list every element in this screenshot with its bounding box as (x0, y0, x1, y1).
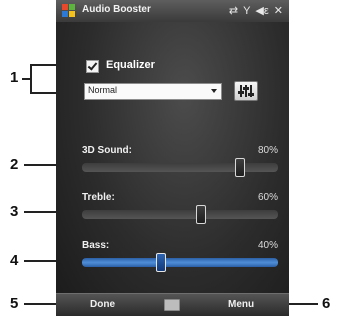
slider-label-treble: Treble: (82, 192, 115, 203)
equalizer-checkbox[interactable] (86, 60, 99, 73)
status-icons: ⇄ Y ◀ε ✕ (229, 4, 283, 18)
slider-value-3d-sound: 80% (257, 145, 278, 156)
close-icon[interactable]: ✕ (274, 4, 283, 18)
equalizer-settings-button[interactable] (234, 81, 258, 101)
windows-start-icon[interactable] (62, 4, 76, 18)
app-title: Audio Booster (82, 4, 151, 15)
equalizer-label: Equalizer (106, 59, 155, 71)
callout-4: 4 (10, 252, 19, 269)
volume-icon[interactable]: ◀ε (255, 4, 268, 18)
signal-icon[interactable]: Y (243, 4, 250, 18)
callout-2: 2 (10, 156, 19, 173)
menu-softkey[interactable]: Menu (228, 299, 254, 310)
chevron-down-icon (211, 89, 217, 93)
callout-1-leader (22, 78, 30, 80)
callout-3: 3 (10, 203, 19, 220)
done-softkey[interactable]: Done (90, 299, 115, 310)
connectivity-icon[interactable]: ⇄ (229, 4, 238, 18)
slider-value-treble: 60% (257, 192, 278, 203)
slider-track-bass[interactable] (82, 253, 278, 272)
slider-track-treble[interactable] (82, 205, 278, 224)
equalizer-preset-dropdown[interactable]: Normal (84, 83, 222, 100)
title-bar: Audio Booster ⇄ Y ◀ε ✕ (56, 0, 289, 22)
slider-track-3d-sound[interactable] (82, 158, 278, 177)
slider-label-bass: Bass: (82, 240, 110, 251)
slider-value-bass: 40% (257, 240, 278, 251)
slider-label-3d-sound: 3D Sound: (82, 145, 132, 156)
callout-6: 6 (322, 295, 331, 312)
slider-thumb-3d-sound[interactable] (234, 158, 245, 177)
equalizer-preset-value: Normal (88, 85, 118, 95)
callout-1-bracket (30, 64, 32, 94)
audio-booster-screen: Audio Booster ⇄ Y ◀ε ✕ Equalizer Normal … (56, 0, 289, 316)
callout-1: 1 (10, 69, 19, 86)
menu-bar: Done Menu (56, 293, 289, 316)
keyboard-icon[interactable] (164, 299, 180, 311)
slider-thumb-bass[interactable] (156, 253, 167, 272)
slider-thumb-treble[interactable] (195, 205, 206, 224)
callout-5: 5 (10, 295, 19, 312)
